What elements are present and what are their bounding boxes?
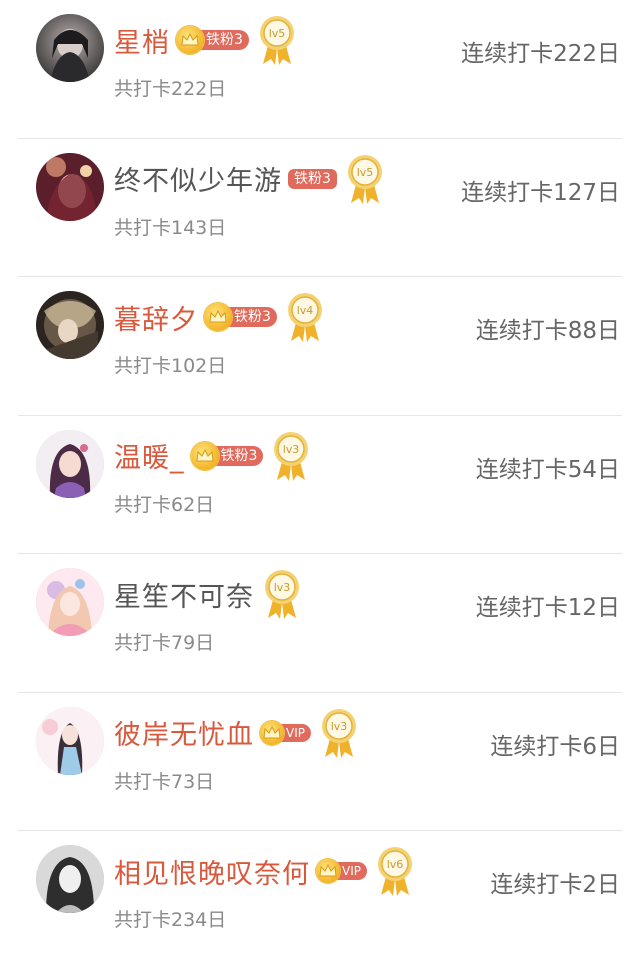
- name-line: 彼岸无忧血 VIP lv3: [114, 708, 359, 758]
- fan-badge: 铁粉3: [204, 303, 277, 331]
- fan-level-label: 铁粉3: [288, 168, 337, 189]
- name-line: 星梢 铁粉3 lv5: [114, 16, 297, 65]
- streak-count: 连续打卡127日: [461, 179, 620, 206]
- avatar[interactable]: [36, 706, 104, 775]
- total-checkins: 共打卡222日: [114, 78, 227, 100]
- name-line: 暮辞夕 铁粉3 lv4: [114, 293, 325, 342]
- crown-icon: [204, 303, 232, 331]
- user-name[interactable]: 彼岸无忧血: [114, 713, 254, 752]
- avatar[interactable]: [36, 14, 104, 82]
- user-name[interactable]: 相见恨晚叹奈何: [114, 852, 310, 891]
- level-text: lv4: [297, 304, 314, 317]
- user-name[interactable]: 星笙不可奈: [114, 575, 254, 614]
- level-medal-icon: lv6: [377, 847, 412, 896]
- level-medal-icon: lv5: [347, 154, 382, 204]
- streak-count: 连续打卡6日: [490, 733, 620, 760]
- crown-icon: [176, 26, 204, 54]
- level-text: lv3: [274, 581, 291, 594]
- level-medal-icon: lv4: [287, 293, 322, 342]
- list-item[interactable]: 暮辞夕 铁粉3 lv4 共打卡102日 连续打卡88日: [18, 277, 622, 416]
- total-checkins: 共打卡234日: [114, 909, 227, 931]
- total-checkins: 共打卡143日: [114, 216, 227, 239]
- user-name[interactable]: 终不似少年游: [114, 159, 282, 198]
- name-line: 温暖_ 铁粉3 lv3: [114, 431, 311, 481]
- list-item[interactable]: 终不似少年游 铁粉3 lv5 共打卡143日 连续打卡127日: [18, 139, 622, 277]
- fan-badge: 铁粉3: [288, 166, 337, 192]
- list-item[interactable]: 温暖_ 铁粉3 lv3 共打卡62日 连续打卡54日: [18, 416, 622, 554]
- fan-badge: 铁粉3: [176, 26, 249, 54]
- list-item[interactable]: 星梢 铁粉3 lv5 共打卡222日 连续打卡222日: [18, 0, 622, 139]
- total-checkins: 共打卡102日: [114, 355, 227, 377]
- crown-icon: [190, 441, 219, 470]
- checkin-ranking-list: 星梢 铁粉3 lv5 共打卡222日 连续打卡222日 终不似少年游 铁粉3 l…: [0, 0, 640, 970]
- avatar[interactable]: [36, 291, 104, 359]
- level-text: lv3: [331, 720, 348, 733]
- level-text: lv6: [387, 858, 404, 871]
- level-medal-icon: lv3: [265, 570, 299, 619]
- level-medal-icon: lv3: [321, 708, 356, 758]
- name-line: 星笙不可奈 lv3: [114, 570, 302, 619]
- fan-badge: 铁粉3: [190, 441, 264, 470]
- streak-count: 连续打卡2日: [490, 872, 620, 898]
- list-item[interactable]: 星笙不可奈 lv3 共打卡79日 连续打卡12日: [18, 554, 622, 693]
- crown-icon: [260, 720, 284, 745]
- list-item[interactable]: 彼岸无忧血 VIP lv3 共打卡73日 连续打卡6日: [18, 693, 622, 831]
- crown-icon: [316, 859, 340, 883]
- avatar[interactable]: [36, 429, 104, 498]
- level-medal-icon: lv5: [259, 16, 294, 65]
- streak-count: 连续打卡222日: [461, 41, 620, 67]
- level-text: lv5: [357, 166, 374, 179]
- user-name[interactable]: 温暖_: [114, 436, 185, 475]
- name-line: 终不似少年游 铁粉3 lv5: [114, 154, 385, 204]
- vip-badge: VIP: [316, 859, 367, 883]
- total-checkins: 共打卡79日: [114, 632, 215, 654]
- total-checkins: 共打卡62日: [114, 493, 215, 516]
- avatar[interactable]: [36, 568, 104, 636]
- streak-count: 连续打卡54日: [475, 456, 620, 483]
- avatar[interactable]: [36, 845, 104, 913]
- user-name[interactable]: 暮辞夕: [114, 298, 198, 337]
- avatar[interactable]: [36, 152, 104, 221]
- level-text: lv5: [269, 27, 286, 40]
- vip-badge: VIP: [260, 720, 311, 745]
- level-text: lv3: [283, 443, 300, 456]
- user-name[interactable]: 星梢: [114, 21, 170, 60]
- name-line: 相见恨晚叹奈何 VIP lv6: [114, 847, 415, 896]
- total-checkins: 共打卡73日: [114, 770, 215, 793]
- streak-count: 连续打卡88日: [475, 318, 620, 344]
- level-medal-icon: lv3: [274, 431, 309, 481]
- list-item[interactable]: 相见恨晚叹奈何 VIP lv6 共打卡234日 连续打卡2日: [18, 831, 622, 970]
- streak-count: 连续打卡12日: [475, 595, 620, 621]
